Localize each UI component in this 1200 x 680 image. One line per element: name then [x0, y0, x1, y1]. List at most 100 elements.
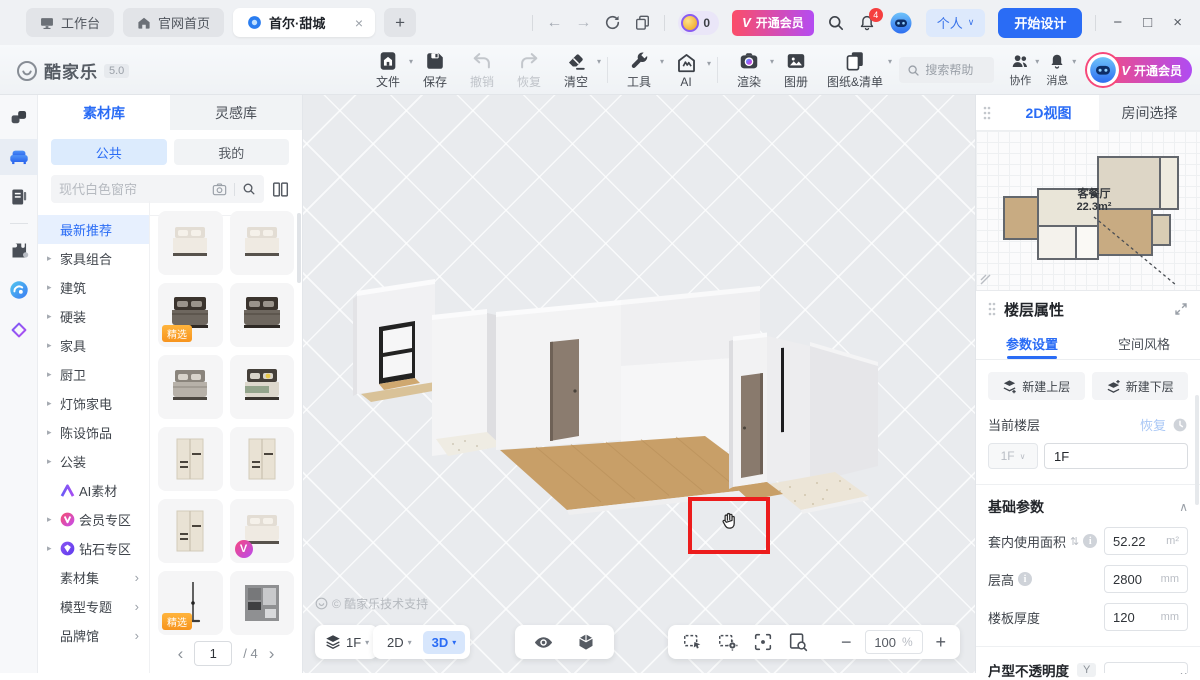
- drag-handle-icon[interactable]: [988, 302, 996, 316]
- category-item-灯饰家电[interactable]: ▸灯饰家电: [38, 389, 149, 418]
- help-search[interactable]: [899, 57, 994, 83]
- thumbnail-bed-light[interactable]: [158, 211, 223, 275]
- floor-selector[interactable]: 1F ▾: [315, 625, 378, 659]
- page-prev-icon[interactable]: ‹: [178, 644, 184, 664]
- material-search-input[interactable]: [59, 182, 205, 197]
- marquee-select-icon[interactable]: [682, 631, 704, 653]
- coin-balance[interactable]: 0: [678, 11, 719, 35]
- new-tab-button[interactable]: +: [384, 8, 416, 37]
- tab-space-style[interactable]: 空间风格: [1088, 327, 1200, 359]
- page-next-icon[interactable]: ›: [269, 644, 275, 664]
- layout-columns-icon[interactable]: [272, 181, 289, 198]
- category-item-素材集[interactable]: 素材集›: [38, 563, 149, 592]
- rail-list-button[interactable]: [0, 179, 38, 215]
- resize-handle-icon[interactable]: [980, 274, 992, 286]
- collapse-chevron-icon[interactable]: ∧: [1179, 500, 1188, 514]
- sort-toggle-icon[interactable]: ⇅: [1070, 535, 1079, 548]
- mode-2d-button[interactable]: 2D ▾: [378, 631, 421, 654]
- assistant-avatar[interactable]: [889, 11, 913, 35]
- close-tab-icon[interactable]: ×: [353, 15, 365, 31]
- thumbnail-bed-light[interactable]: [230, 211, 295, 275]
- scrollbar-thumb[interactable]: [297, 213, 301, 283]
- expand-panel-icon[interactable]: [1174, 302, 1188, 316]
- category-item-品牌馆[interactable]: 品牌馆›: [38, 621, 149, 650]
- thumbnail-bed-dark[interactable]: 精选: [158, 283, 223, 347]
- new-upper-floor-button[interactable]: 新建上层: [988, 372, 1085, 400]
- thumbnail-lamp[interactable]: 精选: [158, 571, 223, 635]
- rail-brand-logo-button[interactable]: [0, 312, 38, 348]
- mode-3d-button[interactable]: 3D ▾: [423, 631, 466, 654]
- category-item-建筑[interactable]: ▸建筑: [38, 273, 149, 302]
- tab-public[interactable]: 公共: [51, 139, 167, 165]
- info-icon[interactable]: i: [1018, 572, 1032, 586]
- refresh-icon[interactable]: [604, 14, 621, 31]
- toolbar-tool-drawings[interactable]: ▾图纸&清单: [827, 50, 883, 90]
- zoom-out-icon[interactable]: −: [841, 632, 852, 653]
- toolbar-tool-eraser[interactable]: ▾清空: [560, 50, 592, 90]
- cube-icon[interactable]: [576, 632, 596, 652]
- vip-upgrade-button[interactable]: V 开通会员: [732, 10, 814, 36]
- category-item-家具[interactable]: ▸家具: [38, 331, 149, 360]
- maximize-icon[interactable]: □: [1139, 14, 1156, 31]
- tab-material-library[interactable]: 素材库: [38, 95, 170, 130]
- category-item-最新推荐[interactable]: 最新推荐: [38, 215, 149, 244]
- start-design-button[interactable]: 开始设计: [998, 8, 1082, 38]
- collaborate-button[interactable]: ▾ 协作: [1009, 52, 1031, 88]
- param-input[interactable]: 120mm: [1104, 603, 1188, 631]
- rail-floorplan-button[interactable]: [0, 99, 38, 135]
- zoom-in-icon[interactable]: +: [936, 632, 947, 653]
- category-item-钻石专区[interactable]: ▸钻石专区: [38, 534, 149, 563]
- scrollbar-thumb[interactable]: [1195, 395, 1199, 505]
- notifications-button[interactable]: 4: [858, 14, 876, 32]
- thumbnail-wardrobe[interactable]: [158, 499, 223, 563]
- tab-room-select[interactable]: 房间选择: [1099, 95, 1200, 130]
- zoom-area-icon[interactable]: [787, 631, 809, 653]
- messages-button[interactable]: ▾ 消息: [1046, 52, 1068, 88]
- drag-handle-icon[interactable]: [976, 95, 998, 130]
- category-item-会员专区[interactable]: ▸会员专区: [38, 505, 149, 534]
- thumbnail-cabinet[interactable]: [230, 571, 295, 635]
- page-input[interactable]: [194, 641, 232, 666]
- eye-icon[interactable]: [533, 632, 554, 653]
- floor-name-input[interactable]: 1F: [1044, 443, 1188, 469]
- category-item-模型专题[interactable]: 模型专题›: [38, 592, 149, 621]
- viewport-3d[interactable]: © 酷家乐技术支持 1F ▾ 2D ▾ 3D ▾ − 100 % +: [303, 95, 975, 673]
- floorplan-minimap[interactable]: 客餐厅 22.3m²: [976, 131, 1200, 291]
- thumbnail-bed-dark[interactable]: [230, 283, 295, 347]
- focus-center-icon[interactable]: [752, 631, 774, 653]
- clipped-input[interactable]: [1104, 662, 1188, 673]
- duplicate-icon[interactable]: [634, 14, 651, 31]
- category-item-AI素材[interactable]: AI素材: [38, 476, 149, 505]
- nav-forward-icon[interactable]: →: [575, 14, 591, 32]
- tab-homepage[interactable]: 官网首页: [123, 8, 224, 37]
- floor-select[interactable]: 1F ∨: [988, 443, 1038, 469]
- history-clock-icon[interactable]: [1172, 417, 1188, 433]
- tab-project[interactable]: 首尔·甜城 ×: [233, 8, 375, 37]
- rail-plugins-button[interactable]: [0, 232, 38, 268]
- nav-back-icon[interactable]: ←: [546, 14, 562, 32]
- category-item-公装[interactable]: ▸公装: [38, 447, 149, 476]
- param-input[interactable]: 52.22m²: [1104, 527, 1188, 555]
- zoom-level[interactable]: 100 %: [865, 630, 923, 654]
- category-item-家具组合[interactable]: ▸家具组合: [38, 244, 149, 273]
- toolbar-tool-album[interactable]: 图册: [780, 50, 812, 90]
- tab-mine[interactable]: 我的: [174, 139, 290, 165]
- toolbar-tool-file[interactable]: ▾文件: [372, 50, 404, 90]
- new-lower-floor-button[interactable]: 新建下层: [1092, 372, 1189, 400]
- rail-furniture-button[interactable]: [0, 139, 38, 175]
- thumbnail-bed-light[interactable]: V: [230, 499, 295, 563]
- material-search[interactable]: [51, 175, 264, 203]
- search-icon[interactable]: [242, 182, 256, 196]
- search-icon[interactable]: [827, 14, 845, 32]
- toolbar-tool-save[interactable]: 保存: [419, 50, 451, 90]
- rail-app-button[interactable]: [0, 272, 38, 308]
- tab-workbench[interactable]: 工作台: [26, 8, 114, 37]
- profile-menu-button[interactable]: 个人 ∨: [926, 9, 986, 37]
- thumbnail-wardrobe[interactable]: [230, 427, 295, 491]
- tab-inspiration-library[interactable]: 灵感库: [170, 95, 302, 130]
- minimize-icon[interactable]: −: [1109, 14, 1126, 31]
- thumbnail-bed-gray[interactable]: [158, 355, 223, 419]
- tab-2d-view[interactable]: 2D视图: [998, 95, 1099, 130]
- toolbar-tool-render-camera[interactable]: ▾渲染: [733, 50, 765, 90]
- close-window-icon[interactable]: ×: [1169, 14, 1186, 31]
